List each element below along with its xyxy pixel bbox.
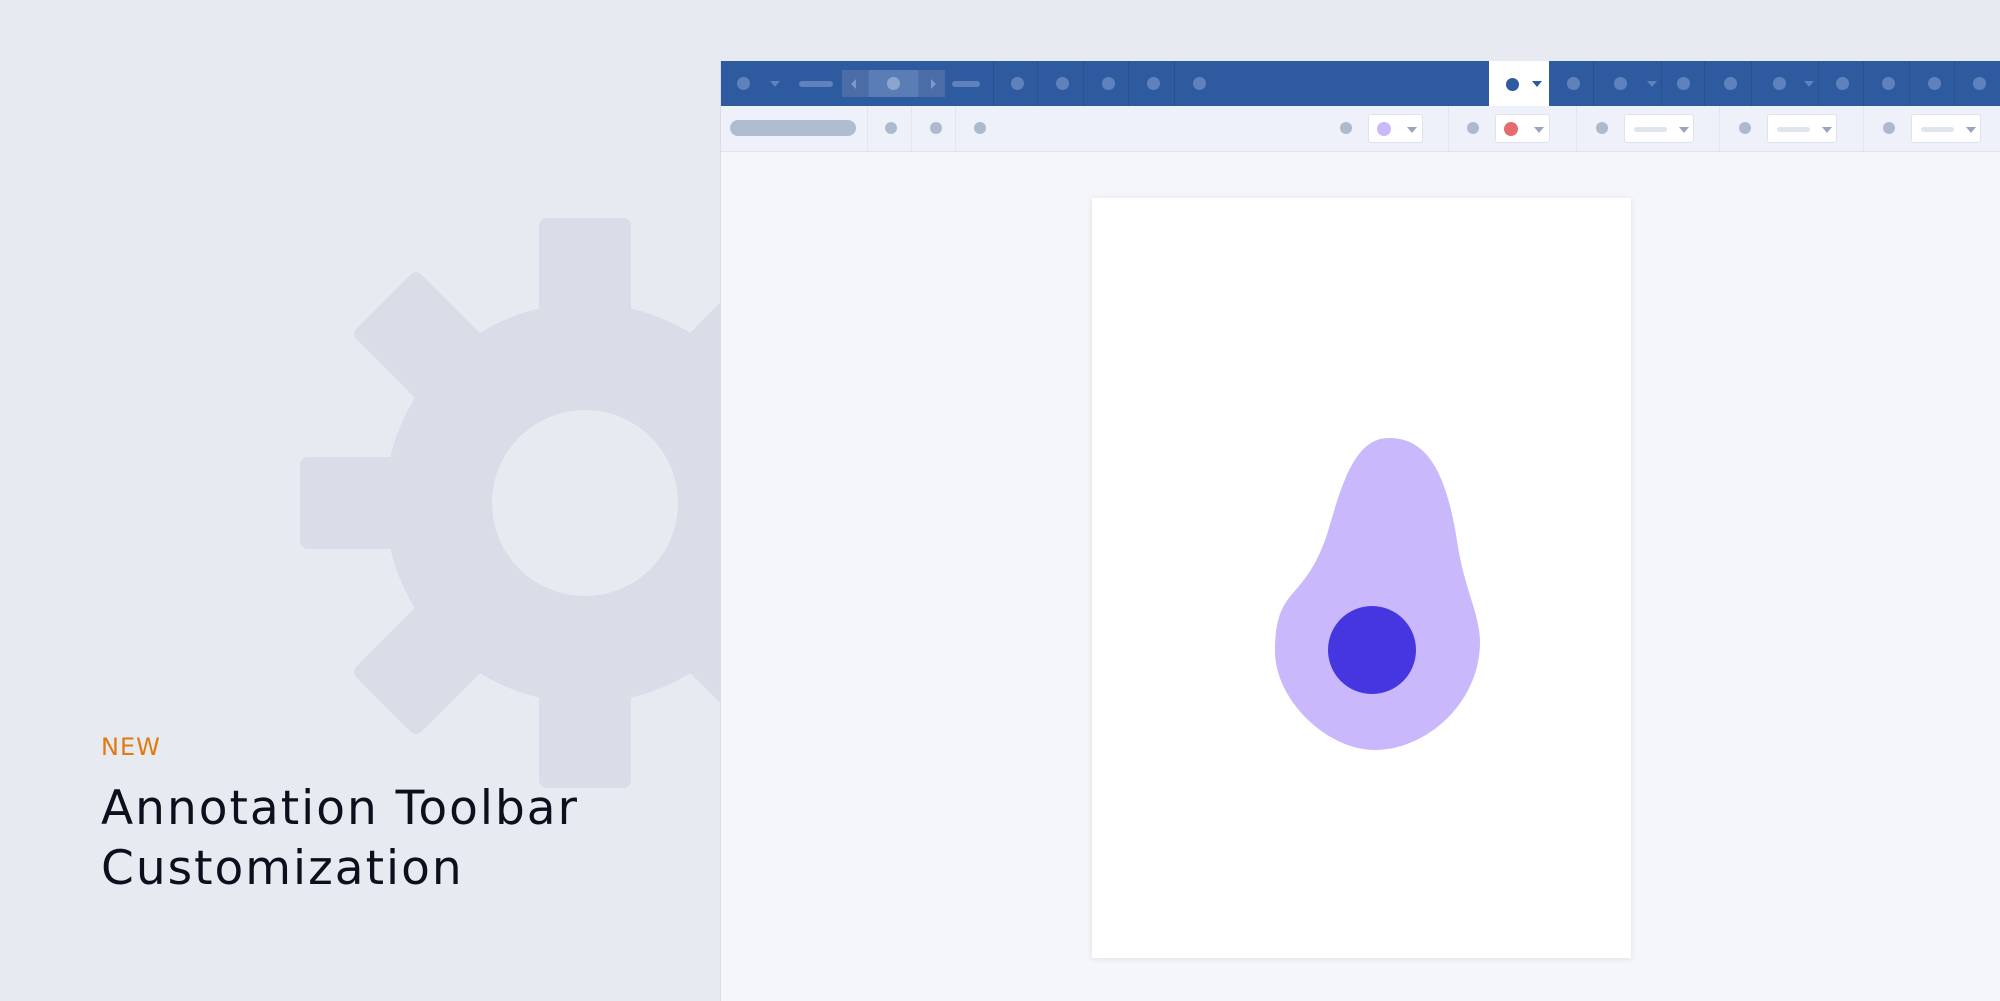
toolbar-divider (1704, 61, 1705, 106)
stamp-tool-icon[interactable] (1773, 77, 1786, 90)
shape-tool-button-active[interactable] (1489, 61, 1549, 106)
toolbar-divider (911, 106, 912, 151)
toolbar-divider (1751, 61, 1752, 106)
toolbar-divider (1909, 61, 1910, 106)
shape-tool-icon (1506, 78, 1519, 91)
toolbar-divider (955, 106, 956, 151)
toolbar-divider (1083, 61, 1084, 106)
next-page-button[interactable] (919, 70, 945, 97)
chevron-down-icon[interactable] (1804, 81, 1814, 87)
toolbar-divider (1719, 106, 1720, 151)
highlighter-tool-icon[interactable] (1614, 77, 1627, 90)
main-toolbar (721, 61, 2000, 106)
app-window (720, 61, 2000, 1001)
toolbar-divider (1863, 106, 1864, 151)
stroke-color-swatch (1504, 122, 1518, 136)
duplicate-icon[interactable] (930, 122, 942, 134)
document-page (1092, 198, 1631, 958)
opacity-value-placeholder (1634, 127, 1667, 132)
shape-annotation-body[interactable] (1275, 438, 1480, 750)
print-icon[interactable] (1147, 77, 1160, 90)
search-icon[interactable] (1102, 77, 1115, 90)
opacity-label-icon (1596, 122, 1608, 134)
toolbar-divider (867, 106, 868, 151)
redaction-tool-icon[interactable] (1928, 77, 1941, 90)
stroke-color-select[interactable] (1495, 114, 1550, 143)
hero-title: Annotation Toolbar Customization (101, 779, 579, 899)
text-tool-icon[interactable] (1677, 77, 1690, 90)
zoom-in-icon[interactable] (952, 81, 980, 87)
page-navigation (842, 70, 945, 97)
hero-title-line-2: Customization (101, 841, 464, 896)
chevron-down-icon[interactable] (1532, 81, 1542, 87)
toolbar-divider (1954, 61, 1955, 106)
toolbar-divider (1576, 106, 1577, 151)
hero-section: NEW Annotation Toolbar Customization (101, 733, 579, 899)
select-tool-icon[interactable] (1056, 77, 1069, 90)
page-indicator[interactable] (869, 70, 918, 97)
prev-page-button[interactable] (842, 70, 868, 97)
avocado-shape[interactable] (1092, 198, 1631, 958)
page-number-icon (887, 77, 900, 90)
toolbar-divider (1128, 61, 1129, 106)
line-style-label-icon (1883, 122, 1895, 134)
chevron-down-icon (1534, 127, 1544, 133)
image-tool-icon[interactable] (1836, 77, 1849, 90)
toolbar-divider (1174, 61, 1175, 106)
zoom-out-icon[interactable] (799, 81, 833, 87)
stroke-color-label-icon (1467, 122, 1479, 134)
annotation-toolbar (721, 106, 2000, 152)
chevron-down-icon (1822, 127, 1832, 133)
hero-title-line-1: Annotation Toolbar (101, 781, 579, 836)
export-icon[interactable] (1193, 77, 1206, 90)
toolbar-divider (1593, 61, 1594, 106)
line-width-label-icon (1739, 122, 1751, 134)
fill-color-select[interactable] (1368, 114, 1423, 143)
annotation-type-label (730, 120, 856, 136)
toolbar-divider (1037, 61, 1038, 106)
delete-icon[interactable] (974, 122, 986, 134)
line-style-value-placeholder (1921, 127, 1954, 132)
sidebar-toggle-icon[interactable] (737, 77, 750, 90)
pan-tool-icon[interactable] (1011, 77, 1024, 90)
chevron-right-icon (931, 79, 936, 89)
toolbar-divider (1661, 61, 1662, 106)
line-width-select[interactable] (1767, 114, 1837, 143)
toolbar-divider (1448, 106, 1449, 151)
note-tool-icon[interactable] (1724, 77, 1737, 90)
chevron-down-icon[interactable] (770, 81, 780, 87)
shape-annotation-dot[interactable] (1328, 606, 1416, 694)
note-icon[interactable] (885, 122, 897, 134)
line-style-select[interactable] (1911, 114, 1981, 143)
chevron-down-icon[interactable] (1647, 81, 1657, 87)
toolbar-divider (1818, 61, 1819, 106)
more-options-icon[interactable] (1973, 77, 1986, 90)
fill-color-label-icon (1340, 122, 1352, 134)
fill-color-swatch (1377, 122, 1391, 136)
ink-tool-icon[interactable] (1567, 77, 1580, 90)
chevron-down-icon (1966, 127, 1976, 133)
chevron-down-icon (1679, 127, 1689, 133)
opacity-select[interactable] (1624, 114, 1694, 143)
line-width-value-placeholder (1777, 127, 1810, 132)
new-tag: NEW (101, 733, 161, 761)
chevron-left-icon (851, 79, 856, 89)
chevron-down-icon (1407, 127, 1417, 133)
toolbar-divider (993, 61, 994, 106)
toolbar-divider (1863, 61, 1864, 106)
signature-tool-icon[interactable] (1882, 77, 1895, 90)
